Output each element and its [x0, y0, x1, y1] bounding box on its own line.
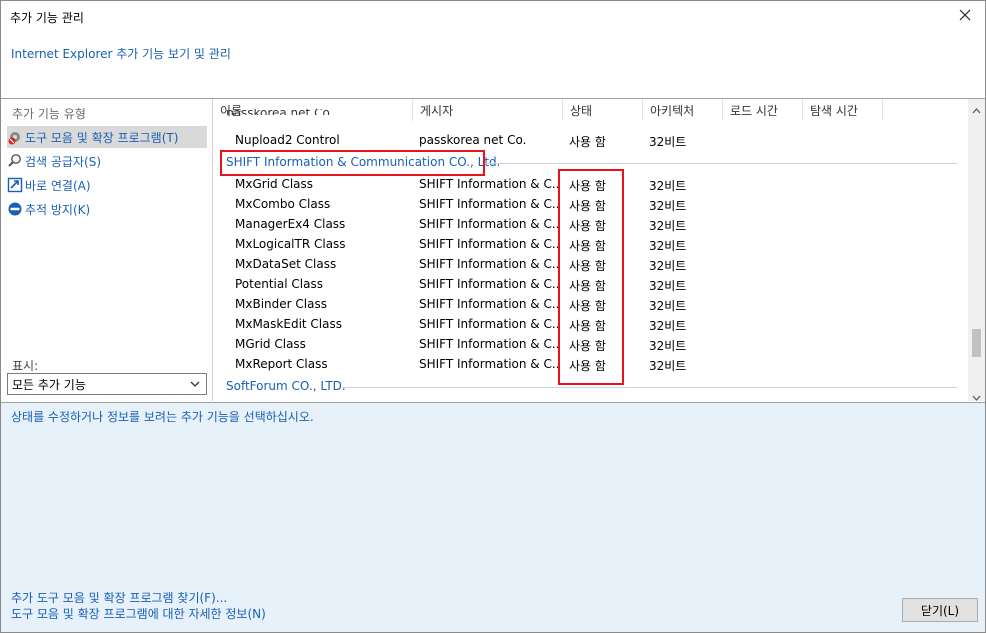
cell-name: Potential Class	[235, 277, 323, 291]
accelerator-icon	[7, 177, 23, 193]
sidebar-item-search-providers[interactable]: 검색 공급자(S)	[7, 150, 207, 172]
block-icon	[7, 201, 23, 217]
show-label: 표시:	[12, 359, 39, 373]
column-header-status[interactable]: 상태	[563, 99, 643, 121]
window-close-button[interactable]	[945, 1, 985, 31]
sidebar-item-label: 검색 공급자(S)	[25, 154, 101, 169]
details-pane: 상태를 수정하거나 정보를 보려는 추가 기능을 선택하십시오.	[1, 402, 985, 586]
group-divider	[343, 387, 957, 388]
table-row[interactable]: Nupload2 Control passkorea net Co. 사용 함 …	[213, 130, 969, 150]
sidebar-item-label: 도구 모음 및 확장 프로그램(T)	[25, 130, 179, 145]
cell-publisher: SHIFT Information & C...	[419, 297, 559, 311]
show-dropdown-value: 모든 추가 기능	[12, 377, 86, 392]
cell-publisher: SHIFT Information & C...	[419, 277, 559, 291]
close-icon	[959, 9, 971, 24]
close-button[interactable]: 닫기(L)	[902, 598, 978, 622]
highlight-status-column	[558, 169, 624, 385]
sidebar-item-accelerators[interactable]: 바로 연결(A)	[7, 174, 207, 196]
footer: 추가 도구 모음 및 확장 프로그램 찾기(F)... 도구 모음 및 확장 프…	[1, 586, 985, 632]
column-header-architecture[interactable]: 아키텍처	[643, 99, 723, 121]
addon-types-sidebar: 추가 기능 유형 도구 모음 및 확장 프로그램(T) 검색 공급자(S) 바로…	[1, 99, 212, 401]
cell-publisher: SHIFT Information & C...	[419, 237, 559, 251]
search-icon	[7, 153, 23, 169]
cell-arch: 32비트	[649, 299, 687, 313]
sidebar-item-label: 바로 연결(A)	[25, 178, 91, 193]
cell-publisher: SHIFT Information & C...	[419, 357, 559, 371]
sidebar-item-toolbars-extensions[interactable]: 도구 모음 및 확장 프로그램(T)	[7, 126, 207, 148]
cell-name: MxMaskEdit Class	[235, 317, 342, 331]
details-text: 상태를 수정하거나 정보를 보려는 추가 기능을 선택하십시오.	[11, 410, 314, 424]
learn-more-link[interactable]: 도구 모음 및 확장 프로그램에 대한 자세한 정보(N)	[11, 605, 266, 622]
cell-name: MxDataSet Class	[235, 257, 337, 271]
cell-publisher: SHIFT Information & C...	[419, 337, 559, 351]
cell-publisher: SHIFT Information & C...	[419, 257, 559, 271]
scroll-up-icon[interactable]	[972, 103, 981, 117]
add-ons-manager-window: 추가 기능 관리 Internet Explorer 추가 기능 보기 및 관리…	[0, 0, 986, 633]
cell-arch: 32비트	[649, 339, 687, 353]
column-header-navigation-time[interactable]: 탐색 시간	[803, 99, 883, 121]
cell-arch: 32비트	[649, 199, 687, 213]
show-dropdown[interactable]: 모든 추가 기능	[7, 373, 207, 395]
cell-publisher: SHIFT Information & C...	[419, 197, 559, 211]
partial-group-label: passkorea net Co.	[226, 109, 333, 115]
cell-arch: 32비트	[649, 279, 687, 293]
column-header-load-time[interactable]: 로드 시간	[723, 99, 803, 121]
cell-publisher: SHIFT Information & C...	[419, 217, 559, 231]
cell-name: MxGrid Class	[235, 177, 314, 191]
cell-arch: 32비트	[649, 359, 687, 373]
sort-ascending-icon: ^	[484, 99, 493, 106]
chevron-down-icon	[189, 377, 201, 394]
cell-name: ManagerEx4 Class	[235, 217, 346, 231]
sidebar-item-label: 추적 방지(K)	[25, 202, 91, 217]
cell-name: MxLogicalTR Class	[235, 237, 346, 251]
sidebar-item-tracking-protection[interactable]: 추적 방지(K)	[7, 198, 207, 220]
window-title: 추가 기능 관리	[10, 11, 84, 25]
title-bar: 추가 기능 관리	[1, 1, 985, 33]
cell-name: MGrid Class	[235, 337, 306, 351]
cell-arch: 32비트	[649, 319, 687, 333]
group-label: SoftForum CO., LTD.	[226, 379, 346, 393]
cell-publisher: SHIFT Information & C...	[419, 317, 559, 331]
cell-name: MxCombo Class	[235, 197, 331, 211]
sidebar-heading: 추가 기능 유형	[12, 107, 86, 121]
find-more-link[interactable]: 추가 도구 모음 및 확장 프로그램 찾기(F)...	[11, 589, 227, 606]
cell-arch: 32비트	[649, 219, 687, 233]
group-divider	[485, 163, 957, 164]
cell-arch: 32비트	[649, 239, 687, 253]
highlight-publisher-group	[220, 150, 485, 176]
vertical-scrollbar[interactable]	[968, 99, 985, 401]
cell-name: MxBinder Class	[235, 297, 327, 311]
cell-publisher: SHIFT Information & C...	[419, 177, 559, 191]
header-link: Internet Explorer 추가 기능 보기 및 관리	[11, 47, 231, 61]
cell-arch: 32비트	[649, 259, 687, 273]
toolbar-gear-icon	[7, 129, 23, 145]
cell-name: MxReport Class	[235, 357, 328, 371]
cell-arch: 32비트	[649, 179, 687, 193]
scroll-thumb[interactable]	[972, 329, 981, 357]
